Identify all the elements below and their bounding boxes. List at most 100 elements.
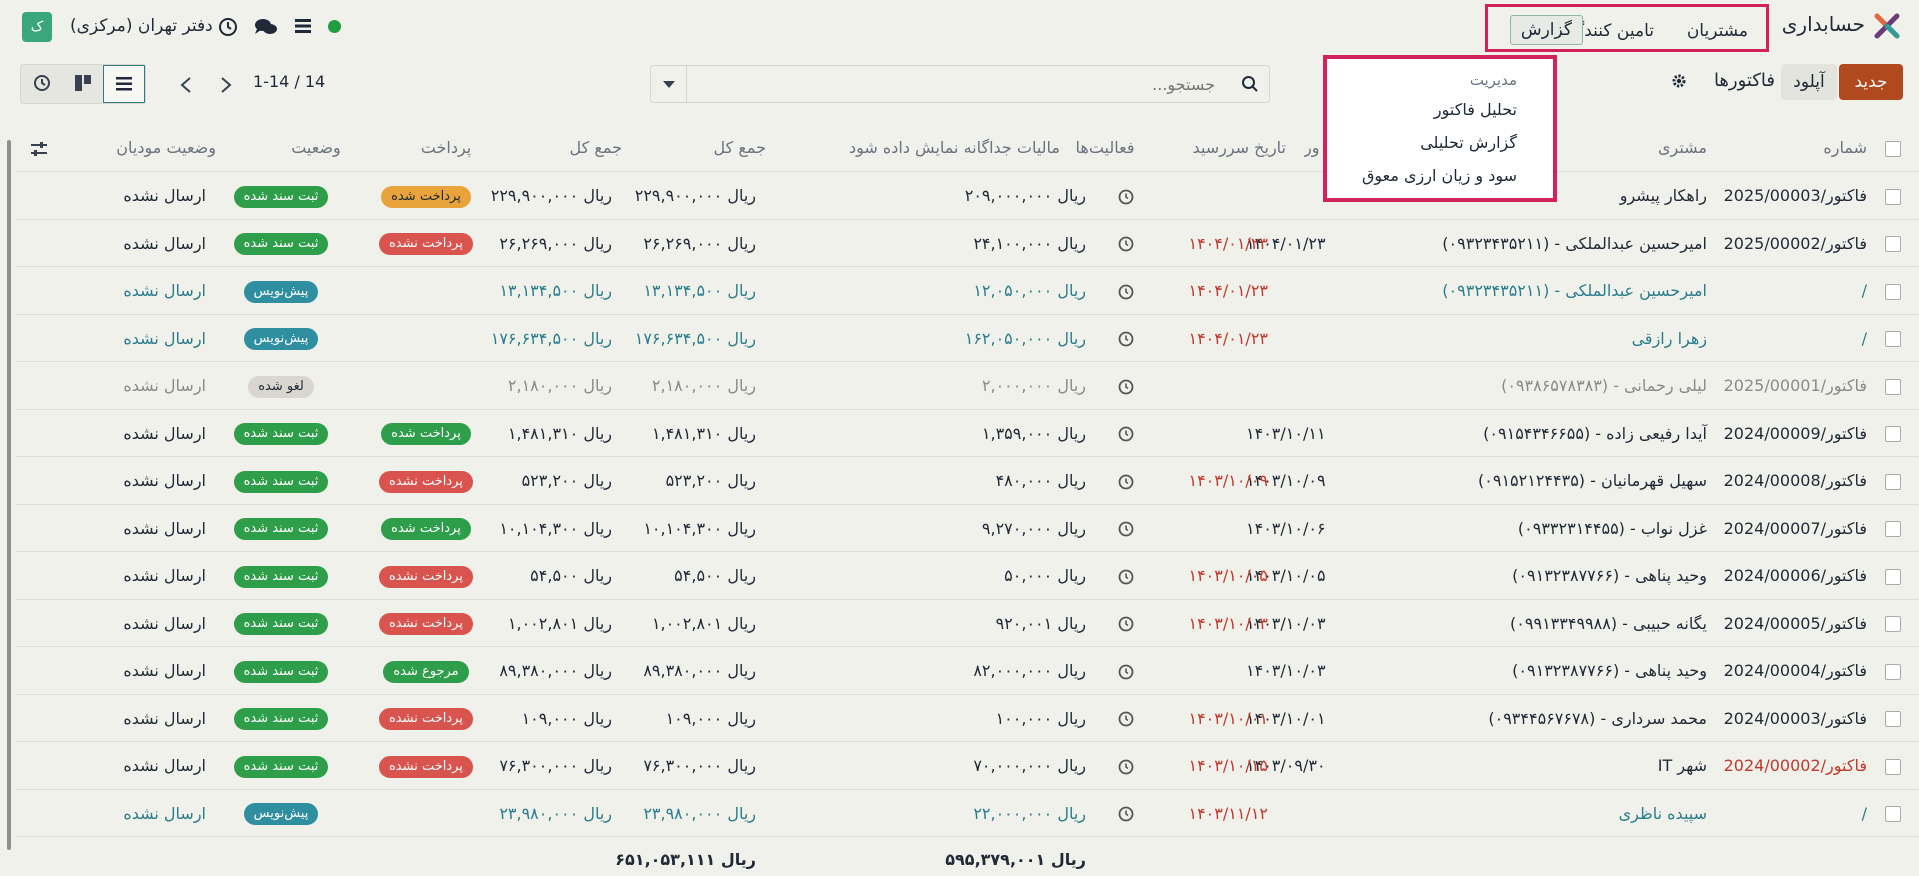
activity-list-icon[interactable] (294, 17, 312, 35)
pager-next-icon[interactable] (208, 68, 244, 102)
activity-clock-icon[interactable] (1106, 267, 1146, 314)
row-checkbox[interactable] (1883, 220, 1901, 267)
company-switcher[interactable]: دفتر تهران (مرکزی) (70, 16, 213, 36)
activity-clock-icon[interactable] (1106, 790, 1146, 837)
activity-clock-icon[interactable] (1106, 315, 1146, 362)
table-row[interactable]: فاکتور/2025/00002 امیرحسین عبدالملکی - (۰… (16, 219, 1919, 267)
menu-report[interactable]: گزارش (1509, 15, 1583, 45)
footer-tax-sum: ریال ۵۹۵,۳۷۹,۰۰۱ (945, 850, 1086, 869)
clock-icon[interactable] (218, 17, 238, 37)
col-invoice-date-partial[interactable]: ور (1304, 124, 1324, 171)
send-status: ارسال نشده (123, 423, 206, 443)
search-icon[interactable] (1241, 75, 1259, 93)
kanban-view-button[interactable] (62, 65, 104, 103)
row-checkbox[interactable] (1883, 505, 1901, 552)
activity-clock-icon[interactable] (1106, 742, 1146, 789)
col-total[interactable]: جمع کل (686, 124, 766, 171)
chat-icon[interactable] (254, 17, 278, 37)
activity-clock-icon[interactable] (1106, 695, 1146, 742)
dropdown-item-unrealized-fx[interactable]: سود و زیان ارزی معوق (1362, 166, 1517, 185)
pager-previous-icon[interactable] (168, 68, 204, 102)
activity-view-button[interactable] (21, 65, 63, 103)
payment-status (366, 362, 486, 409)
list-view-button[interactable] (103, 65, 145, 103)
menu-customers[interactable]: مشتریان (1687, 21, 1748, 41)
table-row[interactable]: / سپیده ناظری ۱۴۰۳/۱۱/۱۲ ریال ۲۲,۰۰۰,۰۰۰ ریا… (16, 789, 1919, 837)
activity-clock-icon[interactable] (1106, 172, 1146, 219)
customer-name: لیلی رحمانی - (۰۹۳۸۶۵۷۸۳۸۳) (1501, 376, 1707, 395)
col-payment[interactable]: پرداخت (406, 124, 486, 171)
row-checkbox[interactable] (1883, 742, 1901, 789)
state-badge: ثبت سند شده (233, 660, 329, 683)
col-send-state[interactable]: وضعیت مودیان (86, 124, 216, 171)
row-checkbox[interactable] (1883, 315, 1901, 362)
activity-clock-icon[interactable] (1106, 505, 1146, 552)
table-row[interactable]: / امیرحسین عبدالملکی - (۰۹۳۲۳۴۳۵۲۱۱) ۱۴۰۴/… (16, 267, 1919, 315)
activity-clock-icon[interactable] (1106, 457, 1146, 504)
row-checkbox[interactable] (1883, 647, 1901, 694)
table-row[interactable]: فاکتور/2024/00004 وحید پناهی - (۰۹۱۳۲۳۸۷۷… (16, 647, 1919, 695)
col-tax[interactable]: مالیات جداگانه نمایش داده شود (816, 124, 1060, 171)
activity-clock-icon[interactable] (1106, 410, 1146, 457)
invoice-number: فاکتور/2024/00006 (1723, 566, 1867, 585)
invoice-number: فاکتور/2025/00003 (1723, 186, 1867, 205)
col-total-signed[interactable]: جمع کل (542, 124, 622, 171)
row-checkbox[interactable] (1883, 362, 1901, 409)
search-options-toggle[interactable] (651, 66, 687, 102)
row-checkbox[interactable] (1883, 410, 1901, 457)
dropdown-item-analytic-report[interactable]: گزارش تحلیلی (1420, 133, 1517, 152)
total-signed-amount: ریال ۱,۰۰۲,۸۰۱ (507, 613, 612, 633)
total-amount: ریال ۲۲۹,۹۰۰,۰۰۰ (634, 186, 756, 205)
activity-clock-icon[interactable] (1106, 600, 1146, 647)
col-customer[interactable]: مشتری (1658, 124, 1707, 171)
total-amount: ریال ۱۳,۱۳۴,۵۰۰ (643, 281, 756, 300)
gear-icon[interactable] (1671, 73, 1687, 89)
col-number[interactable]: شماره (1823, 124, 1867, 171)
row-checkbox[interactable] (1883, 552, 1901, 599)
col-state[interactable]: وضعیت (276, 124, 356, 171)
activity-clock-icon[interactable] (1106, 647, 1146, 694)
send-status: ارسال نشده (123, 233, 206, 253)
breadcrumb: فاکتورها (1713, 70, 1775, 91)
upload-button[interactable]: آپلود (1781, 64, 1837, 100)
dropdown-item-invoice-analysis[interactable]: تحلیل فاکتور (1434, 100, 1517, 119)
table-row[interactable]: فاکتور/2024/00005 یگانه حبیبی - (۰۹۹۱۳۳۴۹… (16, 599, 1919, 647)
activity-clock-icon[interactable] (1106, 362, 1146, 409)
tax-amount: ریال ۲,۰۰۰,۰۰۰ (981, 376, 1086, 395)
optional-columns-toggle[interactable] (24, 124, 54, 171)
vertical-scrollbar[interactable] (2, 130, 16, 876)
tax-amount: ریال ۲۴,۱۰۰,۰۰۰ (973, 233, 1086, 253)
row-checkbox[interactable] (1883, 790, 1901, 837)
row-checkbox[interactable] (1883, 267, 1901, 314)
scrollbar-thumb[interactable] (7, 140, 11, 850)
invoice-state: ثبت سند شده (216, 552, 346, 599)
user-avatar[interactable]: ک (22, 12, 52, 42)
table-row[interactable]: فاکتور/2025/00003 راهکار پیشرو ریال ۲۰۹,۰۰… (16, 172, 1919, 220)
row-checkbox[interactable] (1883, 172, 1901, 219)
table-row[interactable]: / زهرا رازقی ۱۴۰۴/۰۱/۲۳ ریال ۱۶۲,۰۵۰,۰۰۰ ریا… (16, 314, 1919, 362)
invoice-number: فاکتور/2025/00001 (1723, 376, 1867, 395)
accounting-app-icon[interactable] (1873, 12, 1901, 40)
table-row[interactable]: فاکتور/2024/00007 غزل نواب - (۰۹۳۳۲۳۱۴۴۵۵… (16, 504, 1919, 552)
table-row[interactable]: فاکتور/2024/00008 سهیل قهرمانیان - (۰۹۱۵۲… (16, 457, 1919, 505)
row-checkbox[interactable] (1883, 695, 1901, 742)
row-checkbox[interactable] (1883, 600, 1901, 647)
table-row[interactable]: فاکتور/2024/00002 شهر IT ۱۴۰۳/۰۹/۳۰ ۱۴۰۳/۱۰… (16, 742, 1919, 790)
new-button[interactable]: جدید (1839, 64, 1903, 100)
row-checkbox[interactable] (1883, 457, 1901, 504)
invoice-state: ثبت سند شده (216, 457, 346, 504)
activity-clock-icon[interactable] (1106, 552, 1146, 599)
app-name[interactable]: حسابداری (1782, 12, 1865, 36)
activity-clock-icon[interactable] (1106, 220, 1146, 267)
pager-value[interactable]: 1-14 / 14 (253, 72, 325, 91)
col-due-date[interactable]: تاریخ سررسید (1146, 124, 1286, 171)
select-all-checkbox[interactable] (1883, 124, 1901, 171)
report-dropdown-menu: مدیریت تحلیل فاکتور گزارش تحلیلی سود و ز… (1323, 55, 1557, 202)
table-row[interactable]: فاکتور/2024/00003 محمد سرداری - (۰۹۳۴۴۵۶۷… (16, 694, 1919, 742)
search-input[interactable] (691, 70, 1215, 98)
col-activities[interactable]: فعالیت‌ها (1060, 124, 1150, 171)
table-row[interactable]: فاکتور/2024/00006 وحید پناهی - (۰۹۱۳۲۳۸۷۷… (16, 552, 1919, 600)
table-row[interactable]: فاکتور/2024/00009 آیدا رفیعی زاده - (۰۹۱۵… (16, 409, 1919, 457)
table-row[interactable]: فاکتور/2025/00001 لیلی رحمانی - (۰۹۳۸۶۵۷۸… (16, 362, 1919, 410)
total-signed-amount: ریال ۲۲۹,۹۰۰,۰۰۰ (490, 186, 612, 205)
